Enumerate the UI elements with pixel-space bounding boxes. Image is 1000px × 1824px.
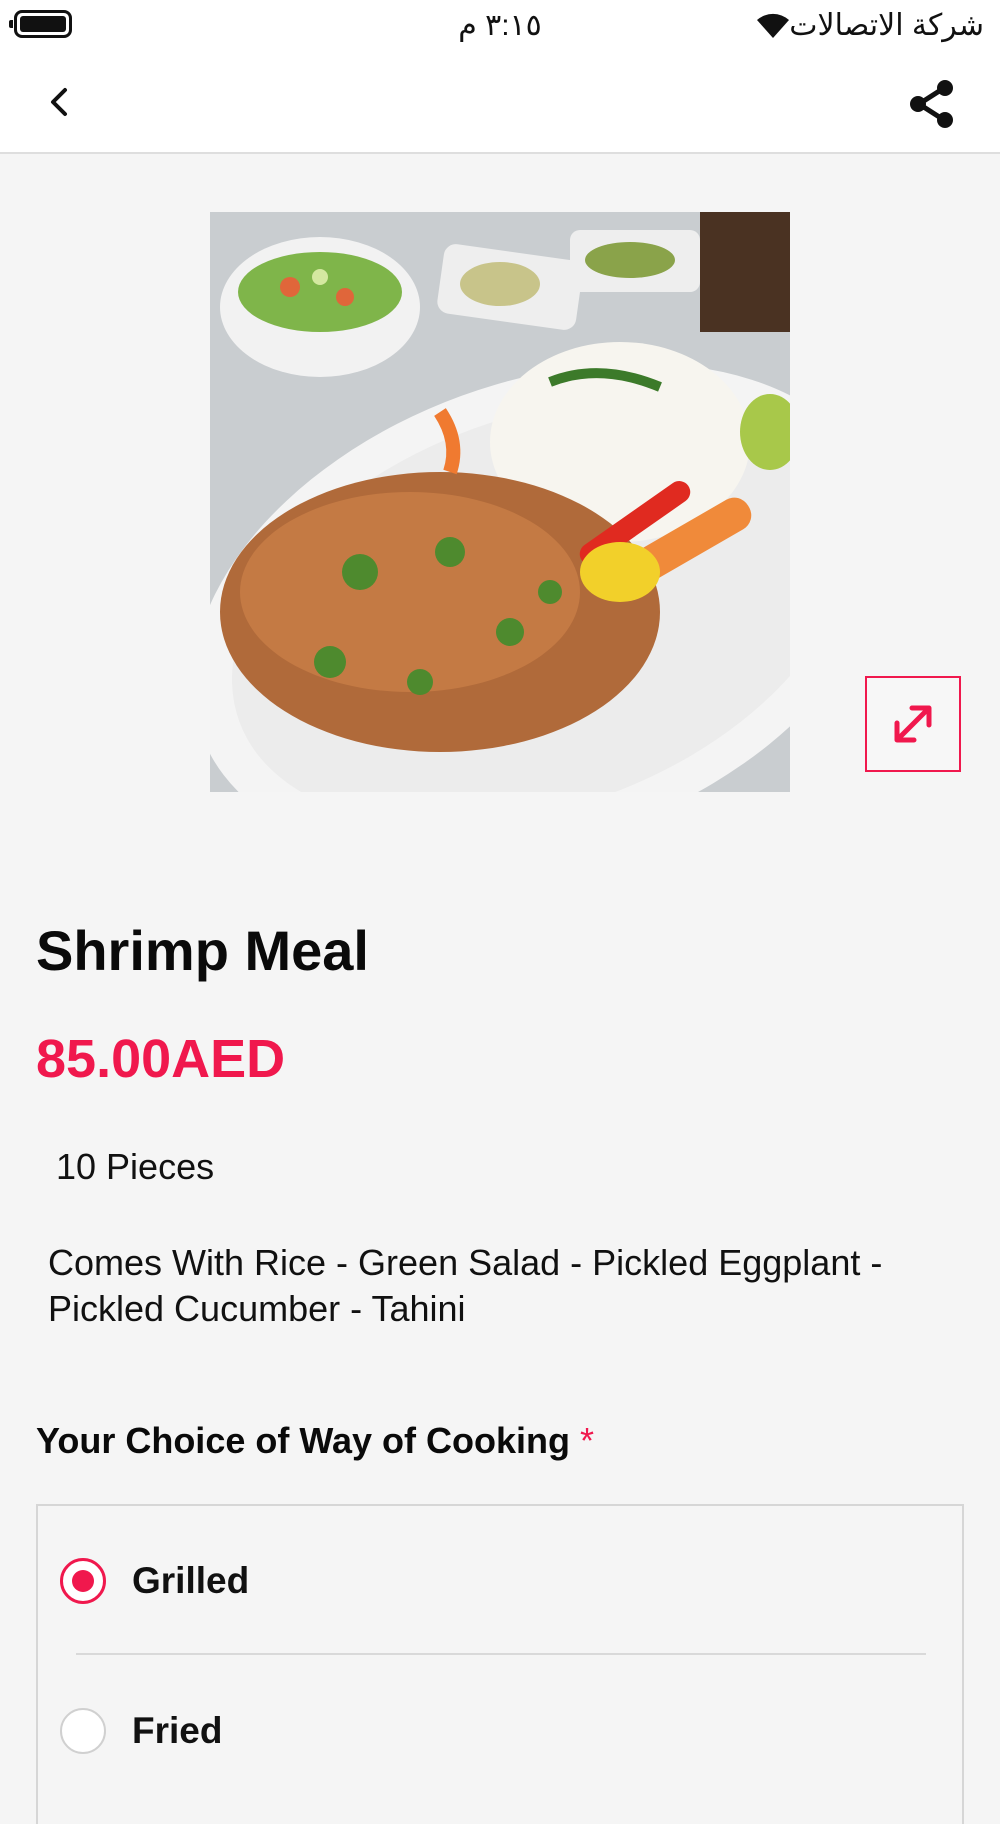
required-marker: * <box>580 1420 595 1461</box>
battery-icon <box>9 10 72 38</box>
chevron-left-icon <box>51 88 67 116</box>
cooking-options: Grilled Fried <box>36 1504 964 1824</box>
option-divider <box>76 1653 926 1655</box>
share-icon <box>910 80 953 128</box>
expand-icon <box>894 705 932 743</box>
product-price: 85.00AED <box>36 1029 286 1089</box>
cooking-choice-heading: Your Choice of Way of Cooking * <box>36 1420 594 1462</box>
option-fried[interactable]: Fried <box>38 1656 962 1806</box>
radio-button-selected[interactable] <box>60 1558 106 1604</box>
status-time: ٣:١٥ م <box>458 9 542 42</box>
wifi-icon <box>757 13 789 38</box>
radio-button[interactable] <box>60 1708 106 1754</box>
back-button[interactable] <box>30 72 90 132</box>
option-label: Fried <box>132 1710 223 1751</box>
option-label: Grilled <box>132 1560 250 1601</box>
share-button[interactable] <box>900 72 964 136</box>
product-photo <box>210 212 790 792</box>
product-description: Comes With Rice - Green Salad - Pickled … <box>48 1242 883 1329</box>
expand-image-button[interactable] <box>865 676 961 772</box>
product-title: Shrimp Meal <box>36 919 369 982</box>
cooking-choice-title: Your Choice of Way of Cooking <box>36 1420 570 1461</box>
option-grilled[interactable]: Grilled <box>38 1506 962 1656</box>
product-pieces: 10 Pieces <box>56 1146 215 1187</box>
carrier-name: شركة الاتصالات <box>789 9 984 42</box>
app-bar <box>0 50 1000 154</box>
status-bar: ٣:١٥ م شركة الاتصالات <box>0 0 1000 50</box>
product-image <box>210 212 790 792</box>
